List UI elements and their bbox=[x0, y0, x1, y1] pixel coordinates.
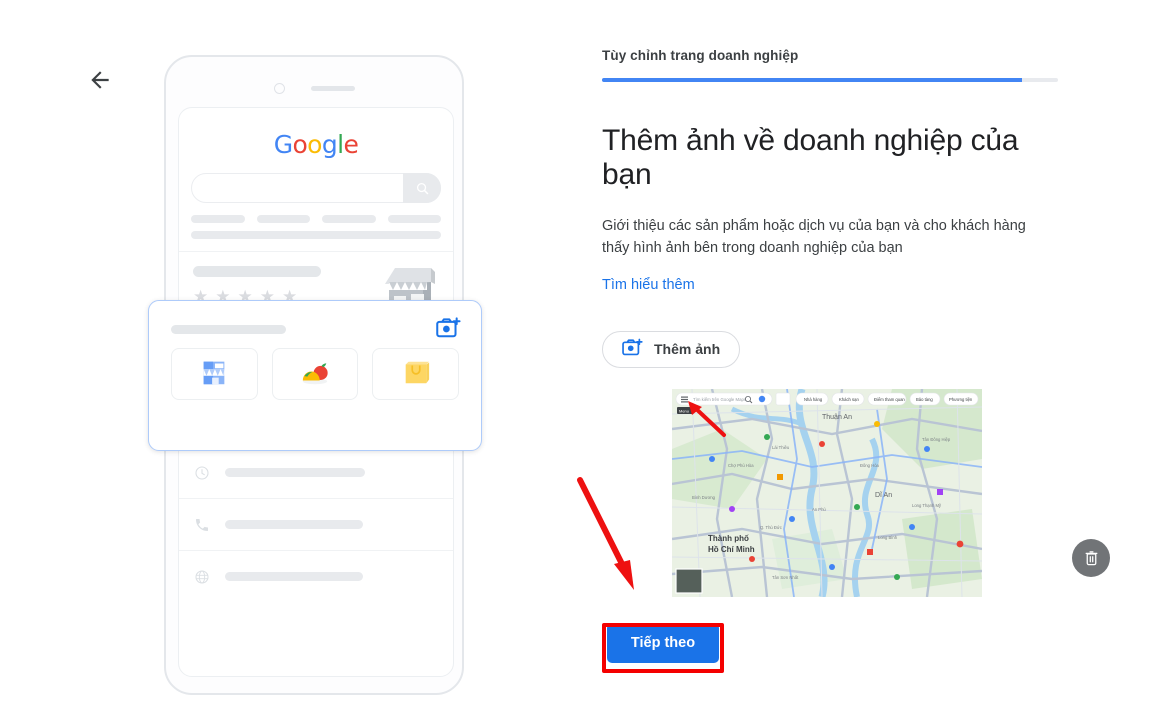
add-photo-button[interactable]: Thêm ảnh bbox=[602, 330, 741, 368]
delete-photo-button[interactable] bbox=[1072, 538, 1110, 577]
svg-text:Khách sạn: Khách sạn bbox=[839, 397, 859, 402]
google-logo-letter: o bbox=[292, 130, 308, 159]
map-label: Thành phố bbox=[708, 534, 749, 543]
google-logo-letter: e bbox=[343, 130, 359, 159]
svg-text:An Phú: An Phú bbox=[812, 507, 826, 512]
svg-text:Tân Sơn Nhất: Tân Sơn Nhất bbox=[772, 575, 799, 580]
add-photo-highlight-card[interactable] bbox=[148, 300, 482, 451]
svg-text:Long Bình: Long Bình bbox=[878, 535, 898, 540]
shopping-tile[interactable] bbox=[372, 348, 460, 400]
progress-bar bbox=[602, 78, 1058, 82]
business-name-placeholder bbox=[193, 266, 321, 277]
svg-text:Chợ Phú Hòa: Chợ Phú Hòa bbox=[728, 463, 754, 468]
chip-placeholder bbox=[322, 215, 376, 223]
svg-text:Phương tiện: Phương tiện bbox=[949, 397, 973, 402]
chip-placeholder bbox=[191, 231, 441, 239]
card-title-placeholder bbox=[171, 325, 286, 334]
hours-placeholder bbox=[225, 468, 439, 477]
phone-row[interactable] bbox=[179, 498, 453, 550]
next-button-wrapper: Tiếp theo bbox=[602, 622, 724, 673]
map-label: Thuận An bbox=[822, 414, 852, 421]
phone-placeholder bbox=[225, 520, 439, 529]
svg-text:Tìm kiếm trên Google Maps: Tìm kiếm trên Google Maps bbox=[693, 397, 746, 402]
phone-notch bbox=[166, 73, 462, 103]
add-photo-camera-icon[interactable] bbox=[436, 317, 461, 344]
page-title: Thêm ảnh về doanh nghiệp của bạn bbox=[602, 124, 1019, 191]
phone-speaker bbox=[310, 85, 355, 91]
onboarding-panel: Tùy chỉnh trang doanh nghiệp Thêm ảnh về… bbox=[602, 48, 1110, 673]
page-root: Google ★ ★ ★ ★ ★ Tùy chỉnh trang doanh n… bbox=[0, 0, 1173, 716]
svg-text:Bảo tàng: Bảo tàng bbox=[916, 397, 933, 402]
website-row[interactable] bbox=[179, 550, 453, 602]
search-icon bbox=[416, 182, 428, 194]
phone-icon bbox=[193, 516, 211, 534]
svg-text:Q. Thủ Đức: Q. Thủ Đức bbox=[760, 525, 782, 530]
food-tile[interactable] bbox=[271, 348, 359, 400]
highlight-card-header bbox=[149, 301, 481, 338]
svg-text:Đông Hòa: Đông Hòa bbox=[860, 463, 880, 468]
phone-chip-row bbox=[191, 215, 441, 223]
next-button[interactable]: Tiếp theo bbox=[607, 622, 719, 663]
page-description: Giới thiệu các sản phẩm hoặc dịch vụ của… bbox=[602, 218, 1026, 257]
website-placeholder bbox=[225, 572, 439, 581]
clock-icon bbox=[193, 464, 211, 482]
chip-placeholder bbox=[387, 215, 441, 223]
map-label: Hồ Chí Minh bbox=[708, 545, 755, 554]
svg-text:Long Thạnh Mỹ: Long Thạnh Mỹ bbox=[912, 503, 942, 508]
chip-placeholder bbox=[191, 215, 245, 223]
search-button[interactable] bbox=[403, 173, 441, 203]
back-button[interactable] bbox=[84, 64, 116, 96]
storefront-tile[interactable] bbox=[171, 348, 258, 400]
learn-more-link[interactable]: Tìm hiểu thêm bbox=[602, 277, 695, 293]
arrow-left-icon bbox=[91, 71, 109, 89]
phone-search-row bbox=[191, 173, 441, 203]
google-logo-letter: G bbox=[273, 130, 293, 159]
chip-placeholder bbox=[256, 215, 310, 223]
uploaded-map-screenshot[interactable]: Thuận An Dĩ An Thành phố Hồ Chí Minh Chợ… bbox=[672, 388, 982, 597]
add-photo-button-label: Thêm ảnh bbox=[654, 341, 721, 358]
step-label: Tùy chỉnh trang doanh nghiệp bbox=[602, 48, 799, 63]
svg-text:Bình Dương: Bình Dương bbox=[692, 495, 716, 500]
hours-row[interactable] bbox=[179, 446, 453, 498]
progress-bar-fill bbox=[602, 78, 1022, 82]
photo-category-tiles bbox=[149, 334, 481, 400]
map-label: Dĩ An bbox=[875, 492, 892, 499]
globe-icon bbox=[193, 568, 211, 586]
svg-text:Điểm tham quan: Điểm tham quan bbox=[874, 397, 905, 402]
shopping-bag-icon bbox=[401, 357, 431, 392]
storefront-blue-icon bbox=[198, 356, 230, 393]
add-photo-camera-icon bbox=[622, 338, 643, 360]
uploaded-photo-wrapper: Thuận An Dĩ An Thành phố Hồ Chí Minh Chợ… bbox=[672, 388, 1110, 597]
food-icon bbox=[298, 357, 332, 392]
google-logo-letter: g bbox=[321, 130, 338, 159]
trash-icon bbox=[1085, 551, 1097, 566]
svg-text:Tân Đông Hiệp: Tân Đông Hiệp bbox=[922, 437, 951, 442]
svg-text:Menu: Menu bbox=[679, 408, 689, 413]
svg-text:Nhà hàng: Nhà hàng bbox=[804, 397, 823, 402]
svg-text:Lái Thiêu: Lái Thiêu bbox=[772, 445, 790, 450]
phone-camera-dot bbox=[273, 82, 285, 94]
google-logo: Google bbox=[179, 130, 453, 159]
google-logo-letter: o bbox=[307, 130, 322, 159]
